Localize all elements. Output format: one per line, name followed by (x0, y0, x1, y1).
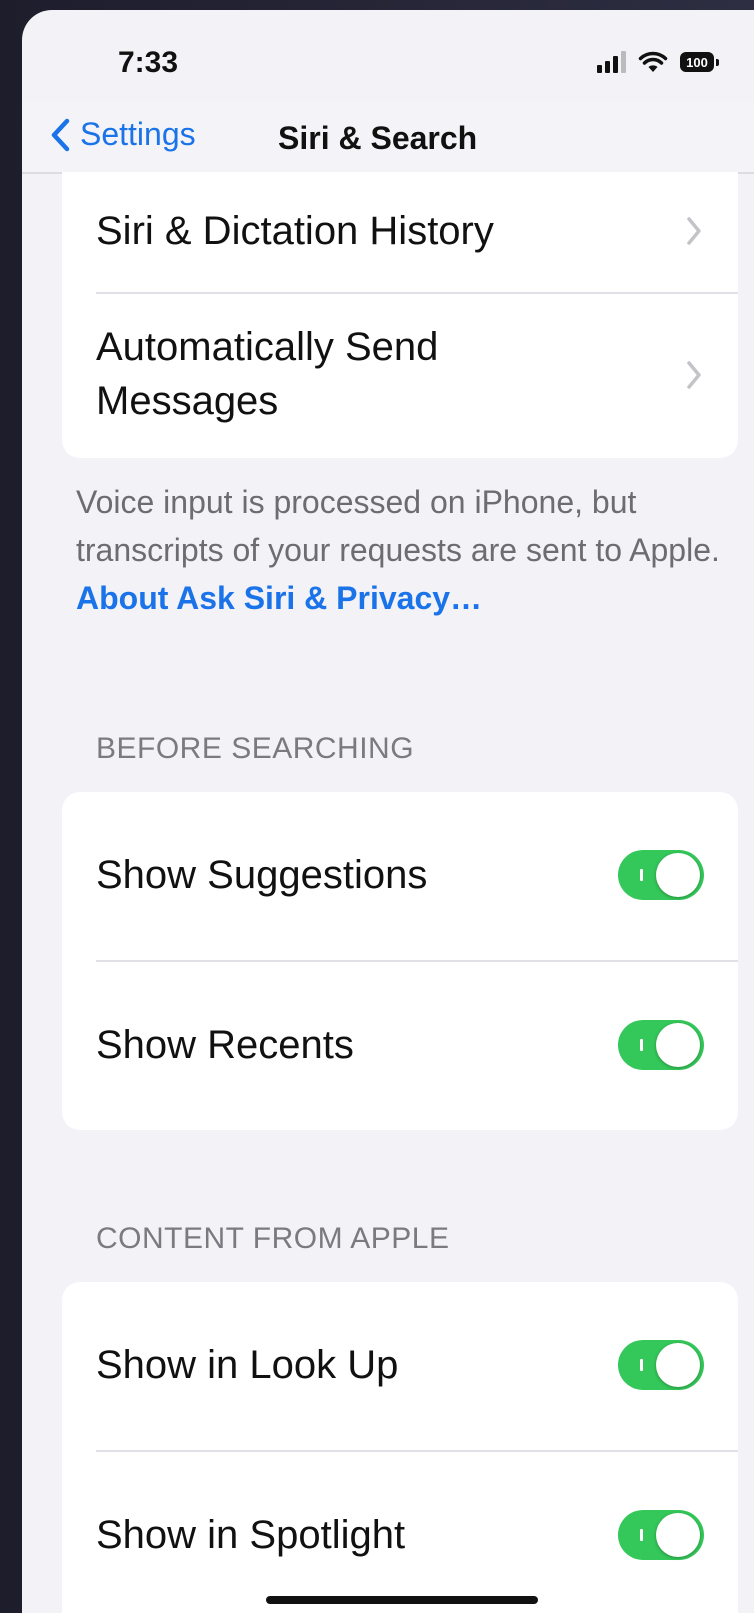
row-label: Automatically Send Messages (96, 325, 439, 423)
navigation-bar: Settings Siri & Search (22, 102, 754, 174)
show-recents-row: Show Recents (62, 962, 738, 1130)
cellular-signal-icon (597, 51, 626, 73)
home-indicator[interactable] (266, 1596, 538, 1604)
about-siri-privacy-link[interactable]: About Ask Siri & Privacy… (76, 580, 482, 616)
show-in-look-up-toggle[interactable] (618, 1340, 704, 1390)
row-label: Show Suggestions (96, 853, 428, 897)
show-suggestions-row: Show Suggestions (62, 792, 738, 960)
wifi-icon (638, 51, 668, 72)
show-recents-toggle[interactable] (618, 1020, 704, 1070)
page-title: Siri & Search (278, 120, 478, 156)
history-group: Siri & Dictation History Automatically S… (62, 172, 738, 458)
footnote-text: Voice input is processed on iPhone, but … (76, 484, 720, 568)
show-in-spotlight-toggle[interactable] (618, 1510, 704, 1560)
before-searching-group: Show Suggestions Show Recents (62, 792, 738, 1130)
auto-send-messages-row[interactable]: Automatically Send Messages (62, 294, 738, 458)
chevron-right-icon (687, 361, 701, 389)
show-in-look-up-row: Show in Look Up (62, 1282, 738, 1450)
back-button[interactable]: Settings (50, 116, 196, 153)
content-from-apple-group: Show in Look Up Show in Spotlight (62, 1282, 738, 1613)
privacy-footnote: Voice input is processed on iPhone, but … (76, 478, 736, 622)
row-label: Show Recents (96, 1023, 354, 1067)
back-label: Settings (80, 116, 196, 152)
row-label: Show in Look Up (96, 1343, 399, 1387)
row-label: Show in Spotlight (96, 1513, 406, 1557)
row-label: Siri & Dictation History (96, 209, 494, 253)
section-header-content-from-apple: CONTENT FROM APPLE (96, 1222, 450, 1255)
chevron-left-icon (51, 118, 70, 151)
chevron-right-icon (687, 217, 701, 245)
siri-dictation-history-row[interactable]: Siri & Dictation History (62, 172, 738, 292)
status-bar: 7:33 100 (22, 10, 754, 110)
section-header-before-searching: BEFORE SEARCHING (96, 732, 415, 765)
status-time: 7:33 (118, 46, 179, 79)
battery-icon: 100 (680, 52, 719, 72)
show-in-spotlight-row: Show in Spotlight (62, 1452, 738, 1613)
settings-screen: 7:33 100 Settings Siri & Search Siri & D… (22, 10, 754, 1613)
show-suggestions-toggle[interactable] (618, 850, 704, 900)
